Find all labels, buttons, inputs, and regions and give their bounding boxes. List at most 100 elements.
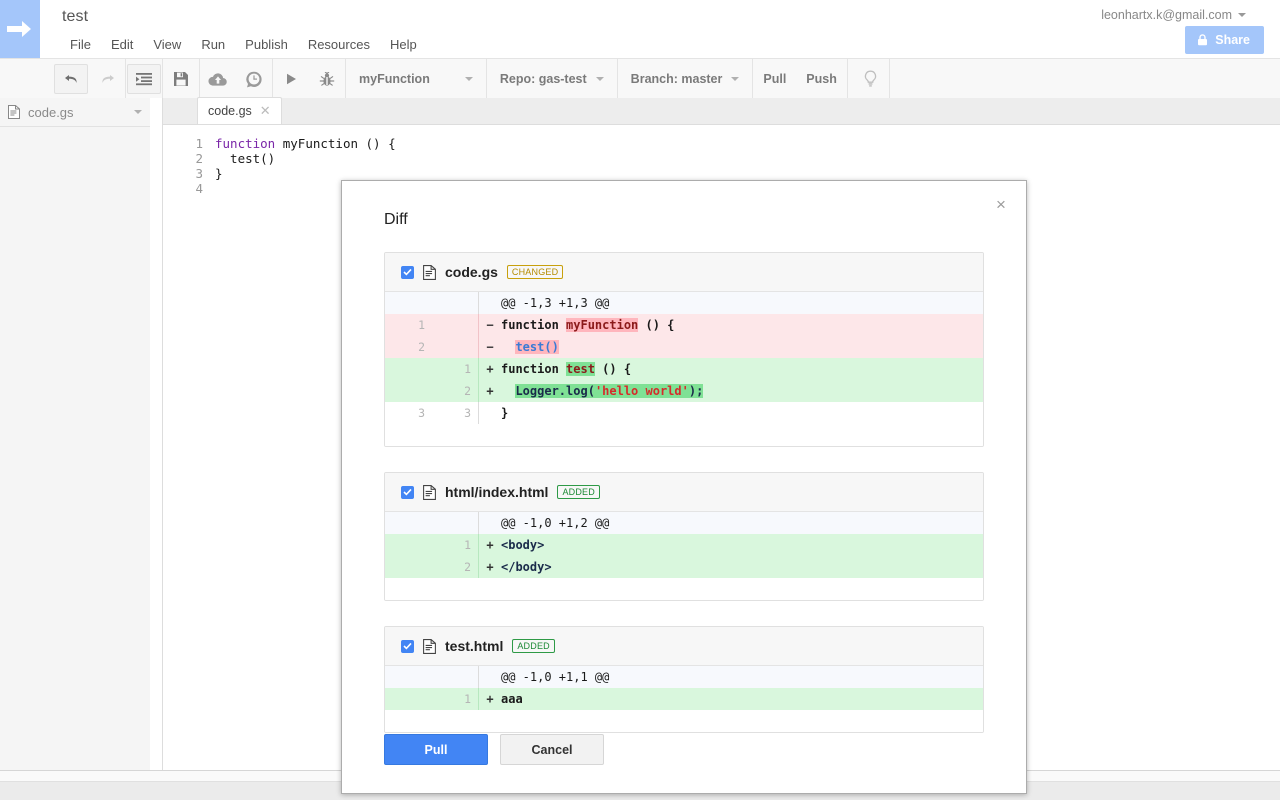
diff-file-card: code.gsCHANGED@@ -1,3 +1,3 @@1−function …	[384, 252, 984, 447]
file-icon	[8, 105, 20, 119]
menu-file[interactable]: File	[60, 35, 101, 54]
tab-code-gs[interactable]: code.gs ✕	[197, 97, 282, 124]
diff-code: aaa	[501, 688, 523, 710]
diff-sign: +	[479, 688, 501, 710]
undo-button[interactable]	[54, 64, 88, 94]
diff-file-card: html/index.htmlADDED@@ -1,0 +1,2 @@1+<bo…	[384, 472, 984, 601]
toolbar-group-format	[126, 59, 162, 99]
indent-button[interactable]	[127, 64, 161, 94]
diff-hunk-header: @@ -1,0 +1,2 @@	[385, 512, 983, 534]
run-icon	[284, 72, 298, 86]
save-button[interactable]	[164, 64, 198, 94]
diff-body: @@ -1,0 +1,2 @@ 1+<body>2+</body>	[385, 512, 983, 600]
clock-balloon-icon	[245, 71, 263, 88]
run-button[interactable]	[274, 64, 308, 94]
diff-file-name: test.html	[445, 638, 503, 654]
line-number: 2	[163, 151, 215, 166]
lock-icon	[1197, 34, 1208, 46]
push-button[interactable]: Push	[796, 59, 847, 99]
status-badge: ADDED	[557, 485, 600, 499]
chevron-down-icon	[731, 77, 739, 81]
function-selector[interactable]: myFunction	[346, 59, 486, 99]
diff-code: function test () {	[501, 358, 631, 380]
menu-edit[interactable]: Edit	[101, 35, 143, 54]
hunk-range: @@ -1,0 +1,2 @@	[501, 512, 609, 534]
code-token: aaa	[501, 692, 523, 706]
status-badge: CHANGED	[507, 265, 563, 279]
dialog-actions: Pull Cancel	[384, 734, 604, 765]
branch-selector-label: Branch: master	[631, 72, 723, 86]
redo-button[interactable]	[90, 64, 124, 94]
file-sidebar: code.gs	[0, 98, 151, 770]
new-line-number: 1	[432, 534, 479, 556]
share-button-label: Share	[1215, 33, 1250, 47]
account-menu[interactable]: leonhartx.k@gmail.com	[1101, 8, 1246, 22]
old-line-number: 1	[385, 314, 432, 336]
file-checkbox[interactable]	[401, 486, 414, 499]
diff-hunk-header: @@ -1,3 +1,3 @@	[385, 292, 983, 314]
toolbar-group-run	[273, 59, 345, 99]
branch-selector[interactable]: Branch: master	[618, 59, 753, 99]
diff-line-add: 1+aaa	[385, 688, 983, 710]
version-history-button[interactable]	[237, 64, 271, 94]
menu-resources[interactable]: Resources	[298, 35, 380, 54]
diff-card-footer	[385, 710, 983, 732]
bug-icon	[319, 72, 335, 87]
diff-file-card: test.htmlADDED@@ -1,0 +1,1 @@1+aaa	[384, 626, 984, 733]
code-text: }	[215, 166, 223, 181]
code-text: test()	[215, 151, 275, 166]
chevron-down-icon	[465, 77, 473, 81]
new-line-number: 1	[432, 358, 479, 380]
share-button[interactable]: Share	[1185, 26, 1264, 54]
file-checkbox[interactable]	[401, 640, 414, 653]
code-token: </body>	[501, 560, 552, 574]
close-icon[interactable]: ✕	[260, 103, 271, 119]
sidebar-resizer[interactable]	[150, 98, 163, 770]
hint-button[interactable]	[854, 64, 888, 94]
check-icon	[403, 488, 412, 496]
repo-selector[interactable]: Repo: gas-test	[487, 59, 617, 99]
redo-icon	[99, 72, 116, 86]
pull-button[interactable]: Pull	[753, 59, 796, 99]
page-title[interactable]: test	[62, 8, 88, 26]
toolbar-divider	[889, 59, 890, 99]
hunk-range: @@ -1,0 +1,1 @@	[501, 666, 609, 688]
debug-button[interactable]	[310, 64, 344, 94]
menu-run[interactable]: Run	[191, 35, 235, 54]
sidebar-item-code-gs[interactable]: code.gs	[0, 98, 150, 127]
diff-code: Logger.log('hello world');	[501, 380, 703, 402]
diff-line-add: 2+ Logger.log('hello world');	[385, 380, 983, 402]
chevron-down-icon[interactable]	[134, 110, 142, 114]
chevron-down-icon	[596, 77, 604, 81]
menu-view[interactable]: View	[143, 35, 191, 54]
diff-code: <body>	[501, 534, 544, 556]
arrow-right-icon	[7, 19, 33, 39]
apps-script-editor-window: test File Edit View Run Publish Resource…	[0, 0, 1280, 800]
file-checkbox[interactable]	[401, 266, 414, 279]
diff-file-name: code.gs	[445, 264, 498, 280]
new-line-number: 3	[432, 402, 479, 424]
diff-dialog: × Diff code.gsCHANGED@@ -1,3 +1,3 @@1−fu…	[341, 180, 1027, 794]
indent-icon	[136, 72, 152, 86]
cloud-upload-button[interactable]	[201, 64, 235, 94]
diff-body: @@ -1,0 +1,1 @@1+aaa	[385, 666, 983, 732]
cancel-button[interactable]: Cancel	[500, 734, 604, 765]
toolbar-group-deploy	[200, 59, 272, 99]
toolbar-divider	[847, 59, 848, 99]
new-line-number: 1	[432, 688, 479, 710]
pull-button[interactable]: Pull	[384, 734, 488, 765]
code-token: Logger.log(	[515, 384, 594, 398]
diff-sign: −	[479, 336, 501, 358]
menu-publish[interactable]: Publish	[235, 35, 298, 54]
close-icon[interactable]: ×	[990, 193, 1012, 215]
line-number: 1	[163, 136, 215, 151]
hunk-range: @@ -1,3 +1,3 @@	[501, 292, 609, 314]
toolbar-group-history	[53, 59, 125, 99]
chevron-down-icon	[1238, 13, 1246, 17]
line-number: 4	[163, 181, 215, 196]
diff-card-footer	[385, 578, 983, 600]
diff-line-add: 2+</body>	[385, 556, 983, 578]
diff-sign: +	[479, 556, 501, 578]
menu-help[interactable]: Help	[380, 35, 427, 54]
code-text: myFunction () {	[275, 136, 395, 151]
